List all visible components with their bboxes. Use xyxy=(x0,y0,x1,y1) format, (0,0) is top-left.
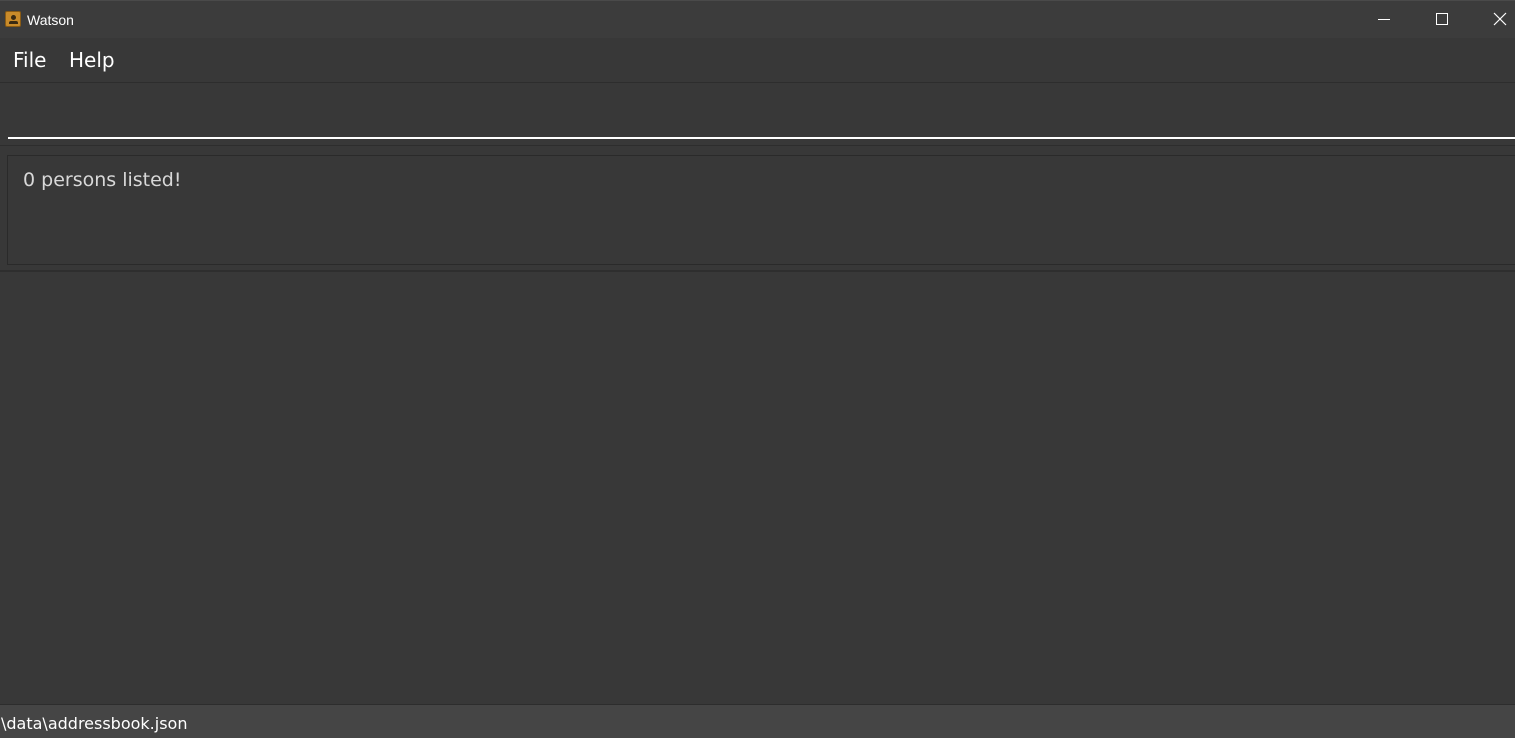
result-message: 0 persons listed! xyxy=(23,169,182,191)
result-display-panel: 0 persons listed! xyxy=(0,147,1515,272)
app-window: Watson File Help 0 persons listed! \data… xyxy=(0,0,1515,738)
maximize-button[interactable] xyxy=(1413,1,1471,38)
title-bar[interactable]: Watson xyxy=(0,0,1515,38)
close-icon xyxy=(1493,12,1507,26)
command-input[interactable] xyxy=(8,83,1515,139)
status-bar: \data\addressbook.json xyxy=(0,704,1515,738)
command-box xyxy=(0,83,1515,146)
menu-bar: File Help xyxy=(0,38,1515,83)
menu-help[interactable]: Help xyxy=(69,48,115,72)
person-list[interactable] xyxy=(0,273,1515,704)
minimize-icon xyxy=(1378,19,1390,20)
result-display[interactable]: 0 persons listed! xyxy=(7,155,1515,265)
address-book-icon xyxy=(5,11,21,27)
close-button[interactable] xyxy=(1471,1,1515,38)
maximize-icon xyxy=(1436,13,1448,25)
window-title: Watson xyxy=(27,12,74,28)
save-location: \data\addressbook.json xyxy=(1,714,188,733)
minimize-button[interactable] xyxy=(1355,1,1413,38)
menu-file[interactable]: File xyxy=(13,48,46,72)
